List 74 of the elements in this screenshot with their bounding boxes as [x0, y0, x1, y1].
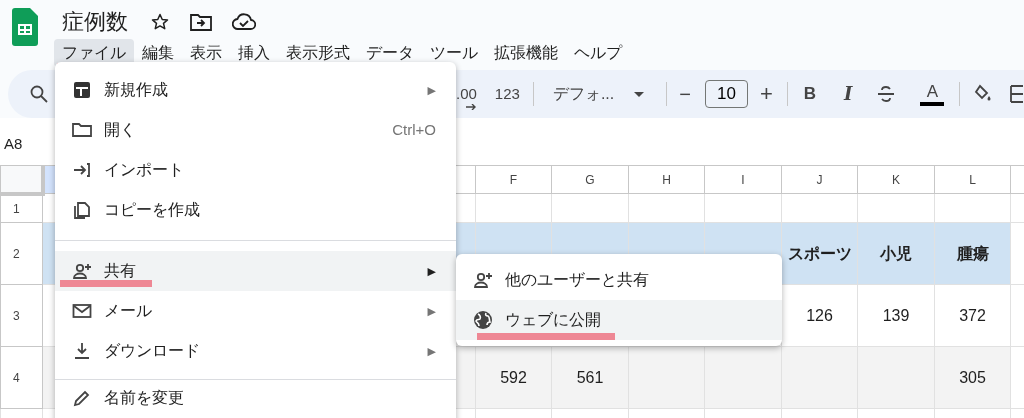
caret-icon [634, 91, 645, 97]
person-add-icon [473, 270, 493, 290]
shortcut-text: Ctrl+O [392, 120, 436, 140]
folder-icon [72, 120, 92, 140]
submenu-arrow: ▶ [427, 83, 436, 97]
row-header[interactable]: 2 [0, 222, 43, 285]
menu-item[interactable]: コピーを作成 [55, 190, 456, 230]
row-header[interactable]: 3 [0, 284, 43, 347]
increase-size-button[interactable]: + [759, 84, 773, 104]
menu-item[interactable]: 挿入 [230, 39, 278, 67]
menu-item[interactable]: 名前を変更 [55, 380, 456, 410]
menu-item[interactable]: 編集 [134, 39, 182, 67]
bold-button[interactable]: B [803, 84, 817, 104]
table-cell: 139 [857, 284, 935, 347]
table-cell: 小児 [857, 222, 935, 285]
pencil-icon [72, 388, 92, 408]
import-icon [72, 160, 92, 180]
table-cell: 592 [475, 346, 552, 409]
menu-item[interactable]: ヘルプ [566, 39, 630, 67]
download-icon [72, 341, 92, 361]
borders-icon [1009, 85, 1024, 103]
globe-icon [473, 310, 493, 330]
menu-item[interactable]: 共有 ▶ [55, 251, 456, 291]
column-header[interactable]: J [781, 165, 858, 194]
submenu-arrow: ▶ [427, 264, 436, 278]
column-header[interactable]: K [857, 165, 935, 194]
search-icon [30, 85, 48, 103]
folder-move-icon[interactable] [190, 13, 212, 31]
document-title[interactable]: 症例数 [62, 8, 128, 36]
menu-item[interactable]: インポート [55, 150, 456, 190]
menu-item[interactable]: 新規作成 ▶ [55, 70, 456, 110]
menu-item[interactable]: 表示 [182, 39, 230, 67]
table-cell: 372 [934, 284, 1011, 347]
strikethrough-icon [876, 84, 897, 104]
font-dropdown[interactable]: デフォ... [552, 84, 645, 104]
increase-decimal-button[interactable]: .00 [456, 84, 477, 111]
arrow-icon [466, 104, 476, 110]
menu-item[interactable]: 拡張機能 [486, 39, 566, 67]
decrease-size-button[interactable]: − [679, 84, 691, 104]
number-format-button[interactable]: 123 [494, 84, 520, 104]
mail-icon [72, 301, 92, 321]
corner-cell[interactable] [0, 165, 43, 194]
color-bar [920, 102, 945, 106]
menu-item[interactable]: データ [358, 39, 422, 67]
menu-item[interactable]: メール ▶ [55, 291, 456, 331]
column-header[interactable]: L [934, 165, 1011, 194]
column-header[interactable]: H [628, 165, 705, 194]
person-add-icon [72, 261, 92, 281]
submenu-arrow: ▶ [427, 344, 436, 358]
menu-item[interactable]: ウェブに公開 [456, 300, 782, 340]
row-header[interactable]: 1 [0, 193, 43, 223]
table-cell: 腫瘍 [934, 222, 1011, 285]
star-icon[interactable] [150, 12, 170, 32]
row-header[interactable]: 4 [0, 346, 43, 409]
table-cell: 305 [934, 346, 1011, 409]
sheets-logo-icon[interactable] [12, 8, 38, 46]
menu-item[interactable]: ツール [422, 39, 486, 67]
submenu-arrow: ▶ [427, 304, 436, 318]
column-header[interactable]: G [551, 165, 629, 194]
menu-item[interactable]: ダウンロード ▶ [55, 331, 456, 371]
name-box[interactable]: A8 [4, 133, 23, 156]
menu-item[interactable]: 他のユーザーと共有 [456, 260, 782, 300]
column-header[interactable]: F [475, 165, 552, 194]
copy-icon [72, 200, 92, 220]
text-color-button[interactable]: A [920, 82, 945, 106]
font-size-field[interactable]: 10 [704, 80, 748, 108]
menu-item[interactable]: 開く Ctrl+O [55, 110, 456, 150]
menu-item[interactable]: 表示形式 [278, 39, 358, 67]
table-cell: 561 [551, 346, 629, 409]
column-header[interactable]: I [704, 165, 782, 194]
italic-button[interactable]: I [844, 84, 853, 104]
table-cell: スポーツ [781, 222, 858, 285]
new-icon [72, 80, 92, 100]
cloud-check-icon[interactable] [232, 13, 256, 31]
